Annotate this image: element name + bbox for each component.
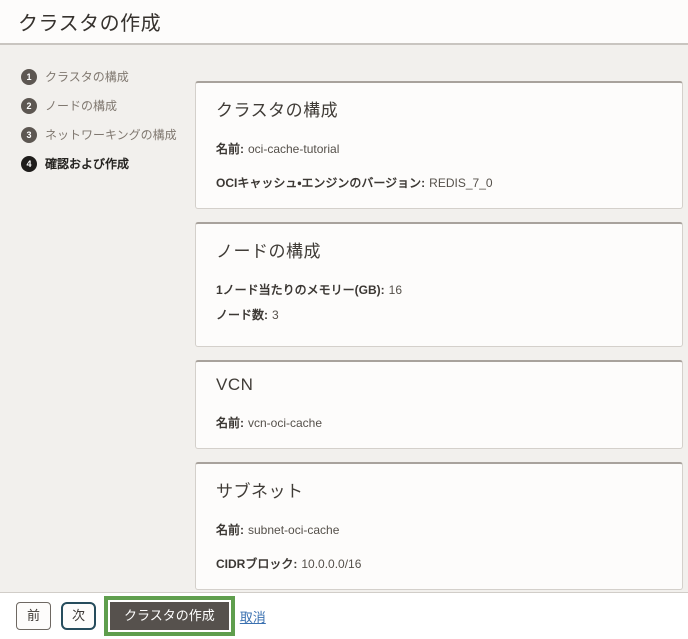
panel-cluster-config: クラスタの構成 名前: oci-cache-tutorial OCIキャッシュ・エ… [195, 81, 683, 209]
panel-subnet-title: サブネット [216, 482, 304, 501]
wizard-footer: 前 次 クラスタの作成 取消 [0, 592, 688, 639]
panel-subnet: サブネット 名前: subnet-oci-cache CIDRブロック: 10.0.… [195, 462, 683, 590]
step-3-label: ネットワーキングの構成 [45, 128, 177, 142]
panel-vcn: VCN 名前: vcn-oci-cache [195, 360, 683, 449]
step-2-number-badge: 2 [21, 97, 37, 114]
cancel-link[interactable]: 取消 [240, 607, 266, 626]
step-4-label: 確認および作成 [45, 157, 130, 171]
previous-button[interactable]: 前 [16, 601, 52, 631]
panel-node-config-title: ノードの構成 [216, 242, 321, 261]
field-memory-per-node: 1ノード当たりのメモリー(GB): 16 [216, 281, 662, 298]
field-memory-per-node-value: 16 [388, 283, 403, 297]
field-cidr-block-label: CIDRブロック: [216, 557, 298, 571]
step-2-label: ノードの構成 [45, 99, 118, 113]
field-node-count-value: 3 [272, 308, 279, 322]
field-engine-version-label: OCIキャッシュ・エンジンのバージョン: [216, 176, 426, 190]
field-subnet-name: 名前: subnet-oci-cache [216, 521, 662, 538]
step-1-label: クラスタの構成 [45, 70, 129, 84]
field-node-count: ノード数: 3 [216, 306, 662, 323]
review-panels: クラスタの構成 名前: oci-cache-tutorial OCIキャッシュ・エ… [195, 45, 688, 592]
field-subnet-name-value: subnet-oci-cache [248, 523, 340, 537]
field-cidr-block-value: 10.0.0.0/16 [301, 557, 362, 571]
wizard-steps-sidebar: 1 クラスタの構成 2 ノードの構成 3 ネットワーキングの構成 4 確認および… [0, 45, 195, 592]
field-cidr-block: CIDRブロック: 10.0.0.0/16 [216, 555, 662, 572]
panel-vcn-title: VCN [216, 375, 254, 394]
next-button[interactable]: 次 [61, 601, 97, 631]
wizard-step-cluster-config[interactable]: 1 クラスタの構成 [21, 68, 195, 85]
field-vcn-name: 名前: vcn-oci-cache [216, 414, 662, 431]
step-4-number-badge: 4 [21, 155, 37, 172]
field-vcn-name-label: 名前: [216, 416, 244, 430]
field-engine-version: OCIキャッシュ・エンジンのバージョン: REDIS_7_0 [216, 174, 662, 191]
field-vcn-name-value: vcn-oci-cache [248, 416, 323, 430]
wizard-body: 1 クラスタの構成 2 ノードの構成 3 ネットワーキングの構成 4 確認および… [0, 45, 688, 592]
page-header: クラスタの作成 [0, 0, 688, 45]
wizard-step-networking-config[interactable]: 3 ネットワーキングの構成 [21, 126, 195, 143]
panel-cluster-config-title: クラスタの構成 [216, 101, 339, 120]
field-cluster-name-label: 名前: [216, 142, 244, 156]
step-3-number-badge: 3 [21, 126, 37, 143]
field-memory-per-node-label: 1ノード当たりのメモリー(GB): [216, 283, 385, 297]
wizard-step-node-config[interactable]: 2 ノードの構成 [21, 97, 195, 114]
field-node-count-label: ノード数: [216, 308, 268, 322]
step-1-number-badge: 1 [21, 68, 37, 85]
wizard-step-review-create[interactable]: 4 確認および作成 [21, 155, 195, 172]
create-cluster-button[interactable]: クラスタの作成 [110, 601, 229, 631]
field-cluster-name: 名前: oci-cache-tutorial [216, 140, 662, 157]
tutorial-highlight-box: クラスタの作成 [104, 595, 235, 637]
page-title: クラスタの作成 [18, 13, 162, 35]
field-subnet-name-label: 名前: [216, 523, 244, 537]
field-engine-version-value: REDIS_7_0 [429, 176, 493, 190]
panel-node-config: ノードの構成 1ノード当たりのメモリー(GB): 16 ノード数: 3 [195, 222, 683, 347]
field-cluster-name-value: oci-cache-tutorial [248, 142, 340, 156]
